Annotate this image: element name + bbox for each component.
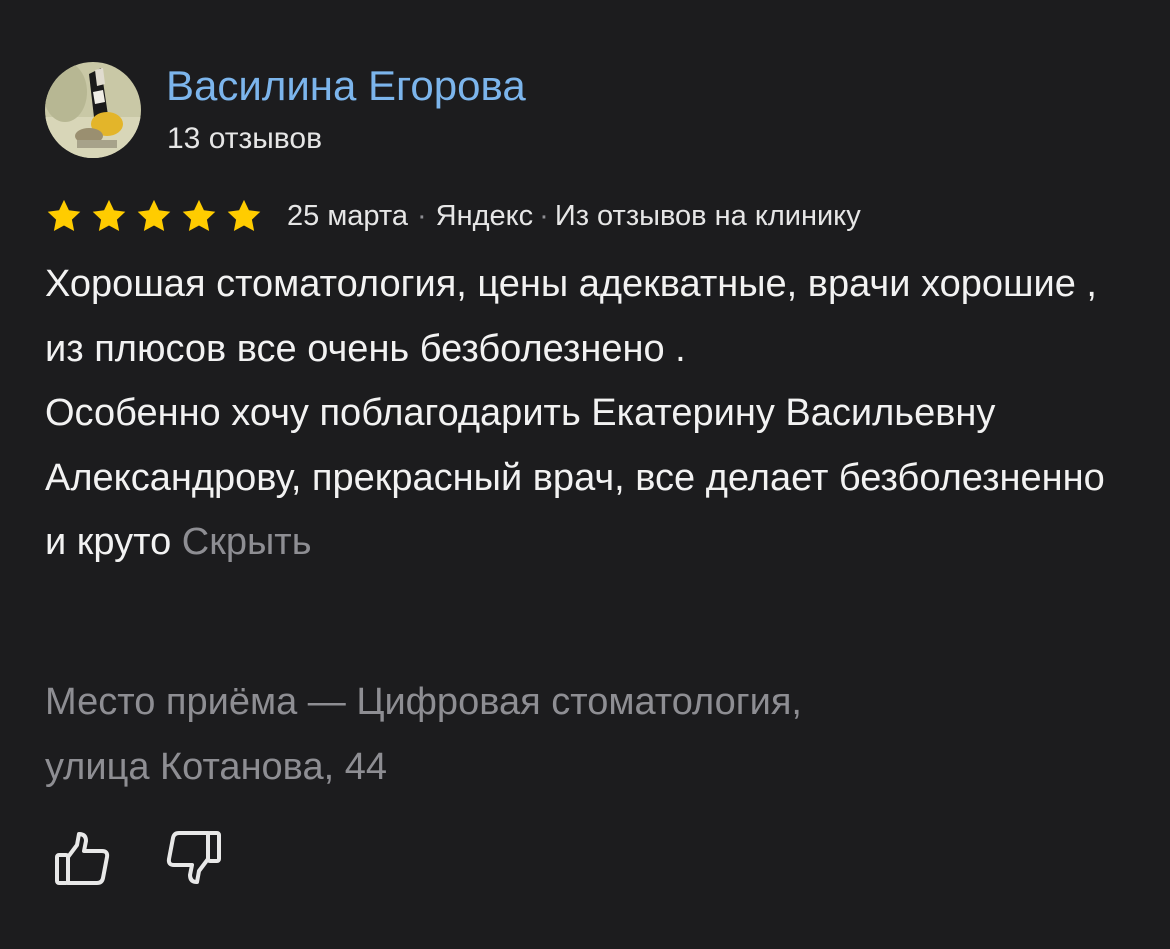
- star-icon: [92, 199, 126, 232]
- star-icon: [137, 199, 171, 232]
- review-reactions: [50, 826, 226, 890]
- review-text: Хорошая стоматология, цены адекватные, в…: [45, 252, 1135, 575]
- visit-place: Место приёма — Цифровая стоматология, ул…: [45, 670, 1135, 800]
- review-source: Яндекс: [435, 199, 534, 232]
- star-icon: [182, 199, 216, 232]
- visit-place-line: Место приёма — Цифровая стоматология,: [45, 681, 802, 723]
- review-date: 25 марта: [287, 199, 408, 232]
- review-origin: Из отзывов на клинику: [554, 199, 861, 232]
- avatar-image: [45, 62, 141, 158]
- like-button[interactable]: [50, 826, 114, 890]
- star-icon: [47, 199, 81, 232]
- thumbs-up-icon: [55, 832, 110, 885]
- rating-stars: [45, 197, 263, 235]
- visit-place-line: улица Котанова, 44: [45, 746, 387, 788]
- author-review-count: 13 отзывов: [167, 122, 323, 155]
- author-name[interactable]: Василина Егорова: [166, 60, 526, 112]
- review-paragraph: Хорошая стоматология, цены адекватные, в…: [45, 263, 1097, 370]
- review-paragraph-last: Особенно хочу поблагодарить Екатерину Ва…: [45, 381, 1135, 575]
- review-meta: 25 марта · Яндекс · Из отзывов на клиник…: [45, 195, 861, 237]
- dislike-button[interactable]: [162, 826, 226, 890]
- author-avatar[interactable]: [45, 62, 141, 158]
- hide-review-button[interactable]: Скрыть: [182, 521, 312, 563]
- meta-separator: ·: [416, 199, 427, 232]
- meta-separator: ·: [539, 199, 549, 232]
- star-icon: [227, 199, 261, 232]
- thumbs-down-icon: [166, 831, 221, 884]
- review-card: Василина Егорова 13 отзывов 25 марта · Я…: [0, 0, 1170, 949]
